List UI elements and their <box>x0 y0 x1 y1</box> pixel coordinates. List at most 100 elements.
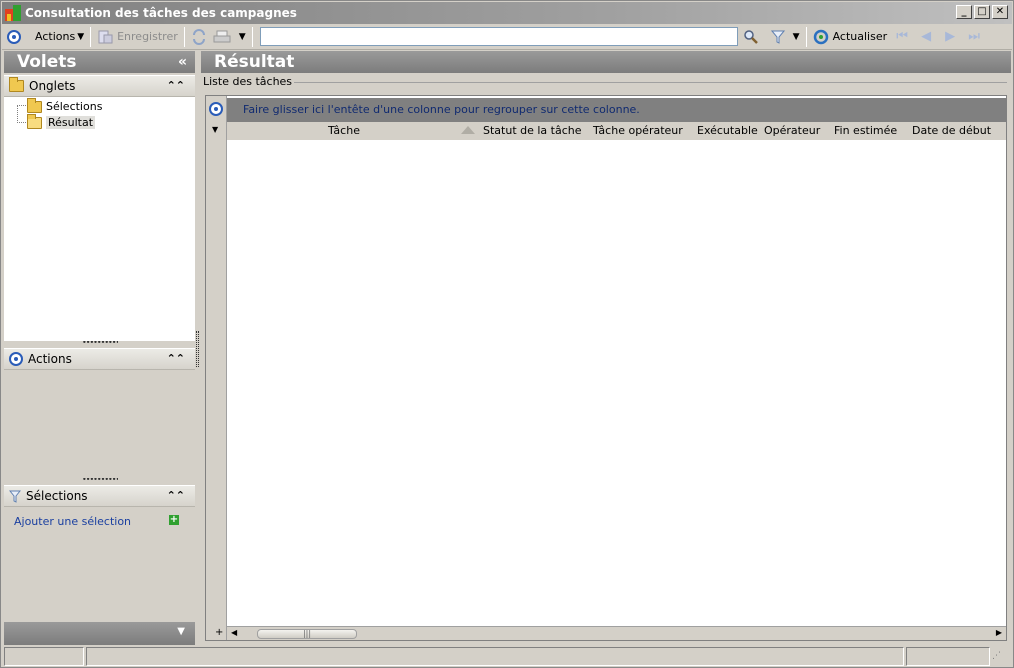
collapse-pane-icon[interactable]: « <box>178 51 187 73</box>
status-cell <box>4 647 84 666</box>
window-title: Consultation des tâches des campagnes <box>25 6 297 20</box>
section-header-actions[interactable]: Actions ⌃⌃ <box>4 348 195 370</box>
section-header-tabs[interactable]: Onglets ⌃⌃ <box>4 75 195 97</box>
column-header-estimated-end[interactable]: Fin estimée <box>834 124 897 137</box>
tree-item-selections[interactable]: Sélections <box>27 97 103 113</box>
scrollbar-thumb[interactable]: ||| <box>257 629 357 639</box>
previous-page-icon[interactable]: ◀ <box>914 29 938 44</box>
column-header-task[interactable]: Tâche <box>328 124 360 137</box>
tree-item-label: Sélections <box>46 100 103 113</box>
collapse-section-icon[interactable]: ⌃⌃ <box>167 489 185 502</box>
filter-funnel-icon <box>770 30 785 44</box>
next-page-icon[interactable]: ▶ <box>938 29 962 44</box>
toolbar-separator <box>805 26 807 47</box>
collapse-section-icon[interactable]: ⌃⌃ <box>167 79 185 92</box>
save-button[interactable]: Enregistrer <box>94 26 181 48</box>
result-header: Résultat <box>201 51 1011 73</box>
minimize-button[interactable]: _ <box>956 5 972 19</box>
section-splitter-grip[interactable]: •••••••••• <box>82 478 118 482</box>
search-input[interactable] <box>259 27 738 46</box>
main-window: Consultation des tâches des campagnes _ … <box>0 0 1014 668</box>
status-bar: ⋰ <box>4 647 1010 666</box>
title-bar[interactable]: Consultation des tâches des campagnes _ … <box>2 2 1012 24</box>
section-title-selections: Sélections <box>26 489 88 503</box>
actions-section-body <box>4 371 195 481</box>
column-header-task-status[interactable]: Statut de la tâche <box>483 124 582 137</box>
tabs-tree: Sélections Résultat <box>4 97 195 341</box>
tree-connector <box>17 105 18 123</box>
status-cell <box>906 647 990 666</box>
open-folder-icon <box>27 113 42 129</box>
toolbar-separator <box>251 26 253 47</box>
save-label: Enregistrer <box>117 30 178 43</box>
folder-icon <box>9 77 24 92</box>
left-pane-title: Volets <box>17 52 77 72</box>
maximize-button[interactable]: □ <box>974 5 990 19</box>
pane-splitter-grip[interactable] <box>196 331 199 367</box>
toolbar: Actions ▼ Enregistrer ▼ ▼ Actualiser ⏮ ◀… <box>2 24 1012 50</box>
refresh-icon <box>813 29 828 44</box>
filter-button[interactable]: ▼ <box>768 26 803 48</box>
sync-button[interactable] <box>188 26 210 48</box>
sort-ascending-icon <box>461 126 475 134</box>
search-icon <box>743 29 758 44</box>
scroll-right-icon[interactable]: ▶ <box>996 628 1002 637</box>
chevron-down-icon[interactable]: ▼ <box>177 626 185 637</box>
add-plus-icon[interactable]: + <box>169 515 179 525</box>
actions-menu-label: Actions <box>35 30 76 43</box>
sync-icon <box>192 28 205 45</box>
toolbar-separator <box>183 26 185 47</box>
status-cell <box>86 647 904 666</box>
actions-circle-icon <box>7 29 21 44</box>
section-splitter-grip[interactable]: •••••••••• <box>82 341 118 345</box>
tree-connector <box>17 105 26 106</box>
task-grid: ▼ Faire glisser ici l'entête d'une colon… <box>205 95 1007 641</box>
left-pane-header: Volets « <box>4 51 195 73</box>
column-header-start-date[interactable]: Date de début <box>912 124 991 137</box>
toolbar-separator <box>90 26 92 47</box>
add-selection-link[interactable]: Ajouter une sélection <box>14 515 131 528</box>
grid-options-icon[interactable] <box>209 102 223 116</box>
print-button[interactable]: ▼ <box>210 26 249 48</box>
selections-section-body: Ajouter une sélection + <box>4 509 195 621</box>
group-box-border <box>287 82 1007 83</box>
column-header-operator-task[interactable]: Tâche opérateur <box>593 124 683 137</box>
tree-item-result[interactable]: Résultat <box>27 113 96 129</box>
section-title-actions: Actions <box>28 352 72 366</box>
tree-item-label: Résultat <box>46 116 96 129</box>
last-page-icon[interactable]: ⏭ <box>962 29 986 44</box>
print-dropdown-arrow-icon[interactable]: ▼ <box>239 32 246 42</box>
actions-circle-icon <box>9 352 23 366</box>
column-header-operator[interactable]: Opérateur <box>764 124 820 137</box>
search-button[interactable] <box>740 26 762 48</box>
group-by-drop-zone[interactable]: Faire glisser ici l'entête d'une colonne… <box>227 98 1006 122</box>
close-button[interactable]: ✕ <box>992 5 1008 19</box>
grid-column-headers: Tâche Statut de la tâche Tâche opérateur… <box>227 122 1006 140</box>
tree-connector <box>17 122 26 123</box>
grid-horizontal-scrollbar[interactable]: + ◀ ||| ▶ <box>215 626 1006 640</box>
actions-menu-button[interactable]: Actions ▼ <box>32 26 87 48</box>
refresh-button[interactable]: Actualiser <box>810 26 891 48</box>
dropdown-arrow-icon: ▼ <box>77 31 85 42</box>
column-chooser-arrow-icon[interactable]: ▼ <box>212 125 218 134</box>
actions-menu-icon-wrap[interactable] <box>2 26 24 48</box>
expand-plus-icon[interactable]: + <box>215 627 223 638</box>
resize-grip-icon[interactable]: ⋰ <box>992 647 1006 666</box>
first-page-icon[interactable]: ⏮ <box>890 29 914 44</box>
printer-icon <box>213 30 231 42</box>
filter-dropdown-arrow-icon[interactable]: ▼ <box>793 32 800 42</box>
scroll-left-icon[interactable]: ◀ <box>231 628 237 637</box>
column-header-executable[interactable]: Exécutable <box>697 124 758 137</box>
filter-funnel-icon <box>9 490 21 503</box>
grid-row-selector-column: ▼ <box>206 96 227 640</box>
result-title: Résultat <box>214 52 295 72</box>
left-pane-footer: ▼ <box>4 622 195 645</box>
left-pane: Volets « Onglets ⌃⌃ Sélections Résultat … <box>4 51 195 645</box>
save-doc-icon <box>98 30 113 43</box>
task-list-caption: Liste des tâches <box>203 75 295 88</box>
app-logo-icon <box>5 5 21 21</box>
folder-icon <box>27 97 42 113</box>
collapse-section-icon[interactable]: ⌃⌃ <box>167 352 185 365</box>
right-pane: Résultat Liste des tâches ▼ Faire glisse… <box>201 51 1011 645</box>
section-header-selections[interactable]: Sélections ⌃⌃ <box>4 485 195 507</box>
